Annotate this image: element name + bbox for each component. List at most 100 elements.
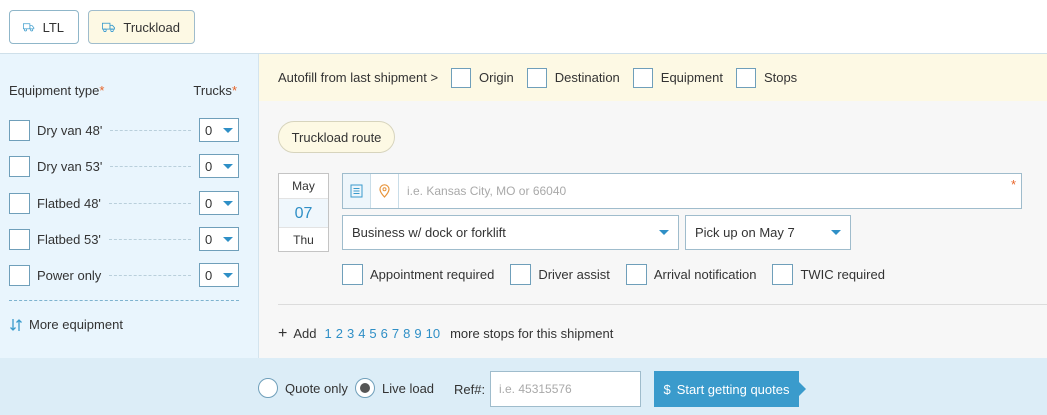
sort-arrows-icon [10,318,22,331]
required-mark: * [99,83,105,98]
radio-circle[interactable] [258,378,278,398]
stop-count-link[interactable]: 4 [358,326,365,341]
truck-count-select[interactable]: 0 [199,227,239,251]
pickup-select[interactable]: Pick up on May 7 [685,215,851,250]
truck-icon [102,22,115,33]
more-equipment-label: More equipment [29,317,123,332]
stop-count-link[interactable]: 8 [403,326,410,341]
location-type-select[interactable]: Business w/ dock or forklift [342,215,679,250]
plus-icon: + [278,325,288,342]
location-type-value: Business w/ dock or forklift [352,225,506,240]
autofill-option-label: Origin [479,70,514,85]
chevron-down-icon [223,236,233,242]
route-divider [278,304,1047,305]
accessorial-checkbox[interactable] [510,264,532,285]
dotted-leader [108,202,191,204]
radio-circle[interactable] [355,378,375,398]
pickup-value: Pick up on May 7 [695,225,795,240]
address-book-icon[interactable] [343,174,371,208]
truck-icon [23,23,35,32]
location-pin-icon[interactable] [371,174,399,208]
stop-count-link[interactable]: 3 [347,326,354,341]
live-load-label: Live load [382,380,435,396]
twic-required-option[interactable]: TWIC required [772,264,885,285]
chevron-down-icon [223,200,233,206]
start-button-label: Start getting quotes [676,381,790,397]
equipment-row: Dry van 48' 0 [9,118,239,142]
more-equipment-link[interactable]: More equipment [9,317,123,332]
ltl-tab[interactable]: LTL [9,10,79,44]
autofill-destination[interactable]: Destination [526,67,620,88]
dotted-leader [110,165,191,167]
ref-label: Ref#: [454,382,486,397]
ltl-tab-label: LTL [42,19,64,35]
truck-count-select[interactable]: 0 [199,263,239,287]
chevron-down-icon [659,230,669,235]
ref-number-input[interactable] [490,371,641,407]
stop-count-link[interactable]: 6 [381,326,388,341]
autofill-origin[interactable]: Origin [451,67,514,88]
quote-only-radio[interactable]: Quote only [258,378,348,398]
footer-bar: Quote only Live load Ref#: $ Start getti… [0,358,1047,415]
equipment-checkbox[interactable] [9,264,30,286]
autofill-stops[interactable]: Stops [735,67,797,88]
autofill-equipment[interactable]: Equipment [632,67,723,88]
trucks-heading: Trucks* [193,83,237,98]
equipment-header: Equipment type* Trucks* [9,83,237,98]
chevron-down-icon [831,230,841,235]
equipment-label: Flatbed 48' [37,195,101,211]
equipment-checkbox[interactable] [9,155,30,177]
accessorial-checkbox[interactable] [772,264,794,285]
required-mark: * [1010,177,1016,192]
equipment-checkbox[interactable] [9,192,30,214]
stop-count-link[interactable]: 5 [369,326,376,341]
stop-count-link[interactable]: 1 [324,326,331,341]
live-load-radio[interactable]: Live load [355,378,434,398]
stops-suffix: more stops for this shipment [450,326,614,341]
equipment-label: Dry van 48' [37,122,103,138]
truck-count-select[interactable]: 0 [199,154,239,178]
chevron-down-icon [223,272,233,278]
add-stops-row: + Add 1 2 3 4 5 6 7 8 9 10 more stops fo… [278,325,614,342]
accessorial-checkbox[interactable] [625,264,647,285]
truckload-tab[interactable]: Truckload [88,10,195,44]
autofill-checkbox[interactable] [735,67,756,88]
start-getting-quotes-button[interactable]: $ Start getting quotes [654,371,806,407]
stop-count-link[interactable]: 7 [392,326,399,341]
truck-count-select[interactable]: 0 [199,191,239,215]
address-input[interactable] [399,174,1021,208]
equipment-label: Dry van 53' [37,158,103,174]
truck-count-select[interactable]: 0 [199,118,239,142]
pickup-date-picker[interactable]: May 07 Thu [278,173,329,252]
appointment-required-option[interactable]: Appointment required [342,264,494,285]
chevron-down-icon [223,127,233,133]
arrival-notification-option[interactable]: Arrival notification [625,264,756,285]
sidebar-divider [9,300,239,301]
stop-count-link[interactable]: 9 [414,326,421,341]
equipment-label: Flatbed 53' [37,231,101,247]
autofill-option-label: Destination [554,70,620,85]
equipment-checkbox[interactable] [9,228,30,250]
accessorial-options: Appointment required Driver assist Arriv… [342,264,901,285]
address-field: * [342,173,1022,209]
autofill-bar: Autofill from last shipment > Origin Des… [259,54,1047,101]
accessorial-label: TWIC required [800,267,885,282]
stop-count-link[interactable]: 2 [336,326,343,341]
truckload-route-pill: Truckload route [278,121,395,153]
mode-tabs: LTL Truckload [0,0,1047,54]
autofill-checkbox[interactable] [632,67,653,88]
quote-only-label: Quote only [285,380,348,396]
date-day: 07 [279,199,328,228]
equipment-label: Power only [37,267,102,283]
equipment-checkbox[interactable] [9,119,30,141]
autofill-label: Autofill from last shipment > [278,70,439,85]
truckload-tab-label: Truckload [123,19,180,35]
accessorial-checkbox[interactable] [342,264,363,285]
radio-selected-dot [360,383,370,393]
stop-count-link[interactable]: 10 [426,326,440,341]
autofill-checkbox[interactable] [451,67,472,88]
accessorial-label: Driver assist [538,267,610,282]
autofill-checkbox[interactable] [526,67,547,88]
equipment-type-heading: Equipment type* [9,83,105,98]
driver-assist-option[interactable]: Driver assist [510,264,610,285]
